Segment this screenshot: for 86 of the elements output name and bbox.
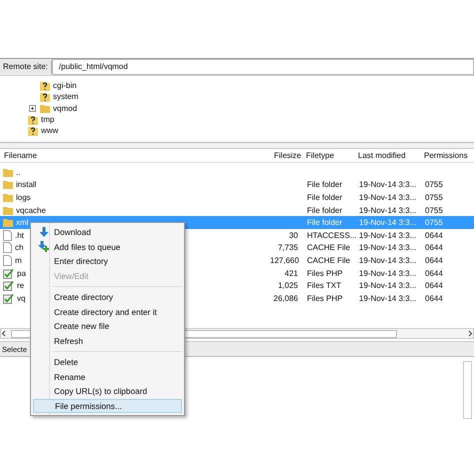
- question-folder-icon: [40, 80, 50, 91]
- permissions: 0755: [424, 180, 444, 190]
- question-folder-icon: [40, 92, 50, 102]
- script-file-icon: [3, 268, 14, 279]
- file-name[interactable]: re: [17, 281, 24, 290]
- file-size: 7,735: [276, 243, 299, 252]
- column-header[interactable]: Filesize: [270, 151, 302, 160]
- file-name[interactable]: .ht: [15, 230, 24, 240]
- file-name[interactable]: install: [16, 180, 36, 190]
- tree-item[interactable]: vqmod: [53, 104, 78, 113]
- file-size: 30: [288, 230, 299, 240]
- permissions: 0644: [424, 294, 444, 303]
- permissions: 0644: [424, 281, 444, 290]
- tree-item[interactable]: tmp: [41, 115, 54, 124]
- file-type: HTACCESS...: [306, 230, 354, 240]
- tree-item[interactable]: cgi-bin: [53, 81, 77, 90]
- menu-item[interactable]: Create new file: [33, 319, 182, 334]
- file-size: 26,086: [272, 294, 299, 303]
- script-file-icon: [3, 280, 14, 292]
- expand-toggle[interactable]: [29, 104, 36, 112]
- last-modified: 19-Nov-14 3:3...: [358, 192, 418, 202]
- permissions: 0755: [424, 206, 444, 215]
- file-name[interactable]: logs: [16, 192, 31, 202]
- tree-item[interactable]: system: [53, 92, 78, 102]
- menu-item[interactable]: Create directory and enter it: [33, 304, 182, 319]
- file-type: Files PHP: [306, 268, 344, 278]
- tree-item[interactable]: www: [41, 126, 58, 136]
- menu-item[interactable]: Rename: [33, 370, 182, 384]
- down-arrow-icon: [38, 227, 48, 238]
- permissions: 0644: [424, 230, 444, 240]
- file-icon: [3, 242, 12, 254]
- file-name[interactable]: vq: [17, 294, 26, 303]
- column-header[interactable]: Last modified: [354, 151, 420, 160]
- last-modified: 19-Nov-14 3:3...: [358, 206, 418, 215]
- file-type: CACHE File: [306, 243, 352, 252]
- remote-site-label: Remote site:: [0, 60, 52, 74]
- column-header[interactable]: Filetype: [302, 151, 354, 160]
- file-type: File folder: [306, 180, 344, 190]
- file-type: CACHE File: [306, 256, 352, 265]
- question-folder-icon: [28, 126, 38, 136]
- last-modified: 19-Nov-14 3:3...: [358, 281, 418, 290]
- last-modified: 19-Nov-14 3:3...: [358, 268, 418, 278]
- last-modified: 19-Nov-14 3:3...: [358, 230, 418, 240]
- file-type: Files TXT: [306, 281, 342, 290]
- permissions: 0644: [424, 243, 444, 252]
- file-icon: [3, 230, 12, 241]
- file-name[interactable]: pa: [17, 268, 26, 278]
- column-header[interactable]: Permissions: [420, 151, 474, 160]
- last-modified: 19-Nov-14 3:3...: [358, 256, 418, 265]
- last-modified: 19-Nov-14 3:3...: [358, 180, 418, 190]
- menu-item[interactable]: Create directory: [33, 290, 182, 304]
- question-folder-icon: [28, 114, 38, 125]
- menu-item[interactable]: Download: [33, 225, 182, 240]
- menu-item[interactable]: Refresh: [33, 334, 182, 348]
- permissions: 0644: [424, 256, 444, 265]
- menu-item[interactable]: Delete: [33, 355, 182, 370]
- file-icon: [3, 254, 12, 266]
- permissions: 0755: [424, 192, 444, 202]
- file-type: File folder: [306, 218, 344, 228]
- file-name[interactable]: ..: [16, 168, 20, 177]
- script-file-icon: [3, 292, 14, 304]
- scroll-right-icon[interactable]: [467, 330, 473, 337]
- menu-item[interactable]: File permissions...: [33, 398, 182, 413]
- file-name[interactable]: m: [15, 256, 22, 265]
- last-modified: 19-Nov-14 3:3...: [358, 243, 418, 252]
- file-name[interactable]: ch: [15, 243, 24, 252]
- vertical-scrollbar[interactable]: [463, 361, 472, 419]
- file-size: 1,025: [276, 281, 299, 290]
- file-name[interactable]: vqcache: [16, 206, 46, 215]
- down-arrow-plus-icon: [38, 241, 49, 252]
- menu-item[interactable]: Add files to queue: [33, 240, 182, 254]
- column-header[interactable]: Filename: [0, 151, 270, 160]
- file-type: File folder: [306, 192, 344, 202]
- menu-item[interactable]: Copy URL(s) to clipboard: [33, 384, 182, 398]
- file-size: 127,660: [270, 256, 300, 265]
- permissions: 0644: [424, 268, 444, 278]
- permissions: 0755: [424, 218, 444, 228]
- menu-item[interactable]: Enter directory: [33, 254, 182, 268]
- file-size: 421: [284, 268, 299, 278]
- scroll-left-icon[interactable]: [1, 330, 7, 337]
- last-modified: 19-Nov-14 3:3...: [358, 294, 418, 303]
- remote-path-field[interactable]: /public_html/vqmod: [52, 59, 474, 75]
- last-modified: 19-Nov-14 3:3...: [358, 218, 418, 228]
- file-type: File folder: [306, 206, 344, 215]
- folder-icon: [40, 104, 50, 113]
- file-type: Files PHP: [306, 294, 344, 303]
